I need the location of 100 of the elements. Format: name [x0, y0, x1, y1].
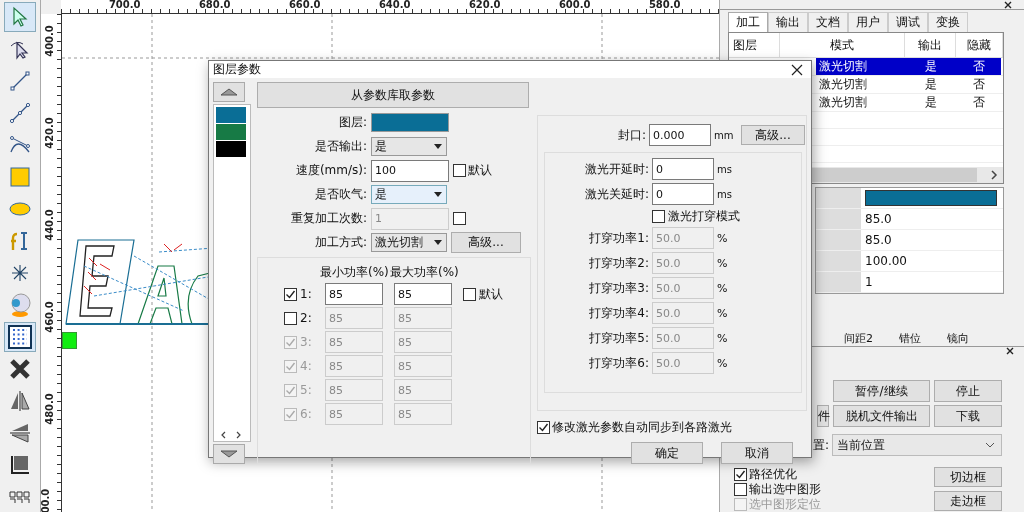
input-field[interactable]: 0 [652, 183, 714, 205]
ruler-label: 460.0 [44, 301, 55, 333]
advanced-button[interactable]: 高级... [741, 125, 805, 145]
panel-tab[interactable]: 错位 [899, 332, 921, 346]
column-header[interactable]: 图层 [729, 33, 781, 58]
checkbox[interactable] [463, 287, 476, 301]
column-header: 最小功率(%) [320, 264, 386, 281]
checkbox[interactable] [734, 483, 747, 496]
scroll-arrows-icon[interactable] [219, 431, 242, 439]
checkbox[interactable] [284, 287, 297, 301]
scroll-down-button[interactable] [213, 444, 245, 464]
field-label: 打穿功率3: [588, 279, 649, 297]
advanced-button[interactable]: 高级... [451, 232, 521, 253]
unit-label: % [717, 231, 729, 245]
column-header[interactable]: 隐藏 [955, 33, 1003, 58]
layer-color-item[interactable] [215, 141, 246, 157]
table-cell: 否 [956, 58, 1001, 76]
ruler-label: 580.0 [648, 0, 681, 10]
checkbox[interactable] [453, 164, 466, 177]
input-field[interactable]: 100 [371, 159, 449, 182]
select-field[interactable]: 激光切割 [371, 233, 447, 252]
field-label: 打穿功率5: [588, 329, 649, 347]
dialog-button[interactable]: 取消 [721, 442, 793, 464]
panel-tab[interactable]: 用户 [848, 12, 888, 33]
action-button[interactable]: 走边框 [934, 491, 1002, 511]
panel-tab[interactable]: 输出 [768, 12, 808, 33]
triangle-up-icon [220, 88, 238, 96]
checkbox[interactable] [652, 209, 665, 223]
action-button[interactable]: 件 [817, 405, 829, 427]
select-field[interactable]: 是 [371, 137, 447, 156]
table-cell-text: 激光切割 [818, 76, 868, 94]
column-header: 最大功率(%) [390, 264, 456, 281]
action-button[interactable]: 暂停/继续 [833, 380, 930, 402]
checkbox[interactable] [537, 421, 550, 434]
grid-array-icon[interactable] [3, 322, 36, 352]
ruler-label: 440.0 [44, 209, 55, 241]
input-field[interactable]: 0 [652, 158, 714, 180]
checkbox-label[interactable]: 默认 [468, 162, 492, 179]
close-icon[interactable] [791, 63, 803, 76]
field-label: 是否吹气: [313, 186, 367, 203]
table-cell-text: 否 [971, 94, 986, 112]
panel-tab[interactable]: 调试 [888, 12, 928, 33]
panel-tab[interactable]: 变换 [928, 12, 968, 33]
checkbox-label[interactable]: 修改激光参数自动同步到各路激光 [552, 419, 732, 436]
checkbox-label[interactable]: 路径优化 [749, 466, 797, 483]
property-name-cell [816, 209, 861, 230]
layer-color-item[interactable] [215, 124, 246, 140]
column-header[interactable]: 模式 [780, 33, 906, 58]
input-field[interactable]: 0.000 [649, 124, 711, 146]
ruler-label: 620.0 [468, 0, 501, 10]
ruler-label: 00.0 [41, 488, 52, 512]
field-label: 是否输出: [313, 138, 367, 155]
field-label: 加工方式: [313, 234, 367, 251]
channel-label: 1: [300, 287, 313, 301]
max-power-field[interactable]: 85 [394, 283, 452, 305]
field-label: 打穿功率1: [588, 229, 649, 247]
ruler-label: 480.0 [44, 393, 55, 425]
color-swatch[interactable] [865, 190, 997, 207]
ruler-label: 640.0 [378, 0, 411, 10]
channel-label: 5: [300, 383, 313, 397]
select-field[interactable]: 是 [371, 185, 447, 204]
field-label: 置: [812, 436, 829, 454]
close-icon[interactable] [1004, 0, 1012, 9]
window-title: 图层参数 [213, 61, 261, 78]
library-button[interactable]: 从参数库取参数 [257, 82, 529, 108]
field-label: 速度(mm/s): [294, 162, 367, 179]
chevron-down-icon [985, 442, 995, 448]
table-cell-text: 是 [924, 76, 938, 94]
chevron-right-icon[interactable] [989, 170, 999, 181]
ruler-label: 660.0 [288, 0, 321, 10]
scroll-up-button[interactable] [213, 82, 245, 102]
action-button[interactable]: 停止 [934, 380, 1002, 402]
ruler-label: 700.0 [108, 0, 141, 10]
ruler-label: 400.0 [44, 25, 55, 57]
triangle-down-icon [220, 450, 238, 458]
panel-tab[interactable]: 加工 [728, 12, 768, 33]
action-button[interactable]: 下载 [934, 405, 1002, 427]
panel-tab[interactable]: 间距2 [844, 332, 873, 346]
column-header[interactable]: 输出 [905, 33, 956, 58]
checkbox-label[interactable]: 输出选中图形 [749, 481, 821, 498]
property-value[interactable]: 85.0 [861, 209, 1003, 230]
action-button[interactable]: 脱机文件输出 [833, 405, 930, 427]
panel-tab[interactable]: 镜向 [947, 332, 969, 346]
position-dropdown[interactable]: 当前位置 [832, 434, 1002, 456]
property-value[interactable]: 100.00 [861, 251, 1003, 272]
arrow-pointer-icon[interactable] [3, 2, 36, 32]
action-button[interactable]: 切边框 [934, 467, 1002, 487]
checkbox-label[interactable]: 激光打穿模式 [668, 207, 740, 225]
ruler-label: 600.0 [558, 0, 591, 10]
property-value[interactable]: 85.0 [861, 230, 1003, 251]
dialog-button[interactable]: 确定 [631, 442, 703, 464]
table-cell-text: 激光切割 [818, 94, 868, 112]
checkbox[interactable] [734, 468, 747, 481]
layer-color-swatch[interactable] [371, 113, 449, 132]
property-value[interactable]: 1 [861, 272, 1003, 293]
panel-tab[interactable]: 文档 [808, 12, 848, 33]
min-power-field[interactable]: 85 [325, 283, 383, 305]
layer-color-item[interactable] [215, 107, 246, 123]
checkbox-label[interactable]: 默认 [479, 285, 503, 303]
close-icon[interactable] [1006, 347, 1014, 356]
